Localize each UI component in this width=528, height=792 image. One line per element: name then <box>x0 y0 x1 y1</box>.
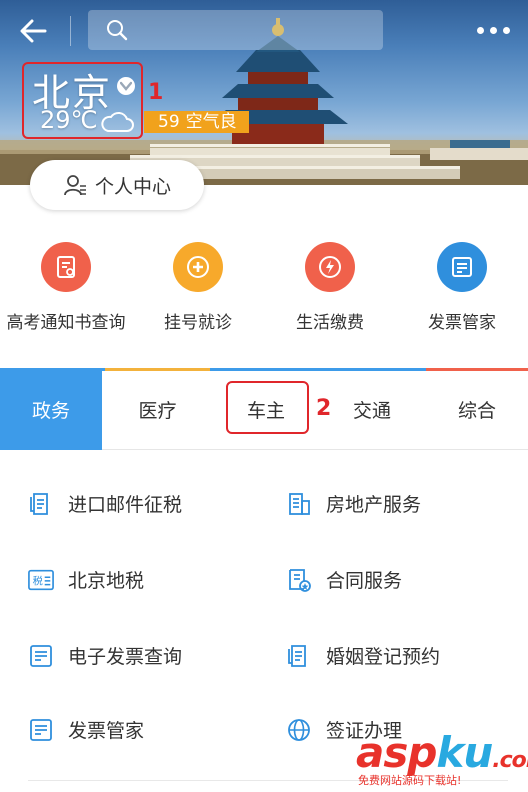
service-beijing-local-tax[interactable]: 税 北京地税 <box>28 566 144 593</box>
service-label: 合同服务 <box>326 570 403 592</box>
arrow-left-icon <box>20 19 47 43</box>
mail-tax-icon <box>28 491 54 517</box>
quick-service-utilities[interactable]: 生活缴费 <box>264 242 396 333</box>
quick-service-invoice[interactable]: 发票管家 <box>396 242 528 333</box>
quick-service-label: 挂号就诊 <box>164 313 232 333</box>
annotation-marker-1: 1 <box>148 80 164 105</box>
service-invoice-manager[interactable]: 发票管家 <box>28 716 144 743</box>
medical-cross-icon <box>173 242 223 292</box>
service-contract[interactable]: 合同服务 <box>286 566 402 593</box>
service-label: 北京地税 <box>68 570 145 592</box>
document-icon <box>41 242 91 292</box>
temperature: 29℃ <box>40 106 98 134</box>
annotation-marker-2: 2 <box>316 396 332 421</box>
tab-medical[interactable]: 医疗 <box>105 368 210 450</box>
quick-services: 高考通知书查询 挂号就诊 生活缴费 发票管家 <box>0 242 528 342</box>
service-label: 发票管家 <box>68 720 145 742</box>
dot-icon <box>502 26 510 34</box>
service-import-mail-tax[interactable]: 进口邮件征税 <box>28 490 182 517</box>
globe-icon <box>286 717 312 743</box>
divider <box>70 16 71 46</box>
user-icon <box>64 175 86 196</box>
service-e-invoice-query[interactable]: 电子发票查询 <box>28 642 182 669</box>
tab-traffic[interactable]: 交通 <box>320 368 424 450</box>
personal-center-label: 个人中心 <box>94 175 171 198</box>
quick-service-label: 发票管家 <box>428 313 496 333</box>
tab-government[interactable]: 政务 <box>0 368 102 450</box>
aqi-value: 59 <box>158 112 180 132</box>
building-icon <box>286 491 312 517</box>
svg-text:税: 税 <box>33 574 43 587</box>
air-quality-badge: 59 空气良 <box>144 111 249 133</box>
watermark-subtitle: 免费网站源码下载站! <box>358 774 462 787</box>
tax-icon: 税 <box>28 567 54 593</box>
service-real-estate[interactable]: 房地产服务 <box>286 490 421 517</box>
personal-center-button[interactable]: 个人中心 <box>30 160 204 210</box>
dot-icon <box>476 26 484 34</box>
invoice-icon <box>28 643 54 669</box>
service-label: 房地产服务 <box>326 494 422 516</box>
more-options-button[interactable] <box>470 16 516 44</box>
service-label: 电子发票查询 <box>68 646 183 668</box>
contract-icon <box>286 567 312 593</box>
invoice-icon <box>28 717 54 743</box>
flame-icon <box>305 242 355 292</box>
search-icon <box>107 20 128 41</box>
cloud-icon <box>101 112 134 132</box>
quick-service-registration[interactable]: 挂号就诊 <box>132 242 264 333</box>
document-icon <box>286 643 312 669</box>
chevron-down-icon[interactable] <box>117 77 135 95</box>
back-button[interactable] <box>14 14 52 48</box>
service-label: 婚姻登记预约 <box>326 646 441 668</box>
quick-service-label: 高考通知书查询 <box>6 313 126 333</box>
car-owner-highlight-box <box>226 381 309 434</box>
search-input[interactable] <box>88 10 383 50</box>
quick-service-label: 生活缴费 <box>296 313 364 333</box>
aqi-text: 空气良 <box>185 112 237 132</box>
dot-icon <box>489 26 497 34</box>
watermark-logo: aspku.com <box>356 728 528 777</box>
tab-general[interactable]: 综合 <box>426 368 528 450</box>
service-label: 进口邮件征税 <box>68 494 183 516</box>
invoice-icon <box>437 242 487 292</box>
watermark: aspku.com 免费网站源码下载站! <box>356 728 528 790</box>
service-marriage-registration[interactable]: 婚姻登记预约 <box>286 642 440 669</box>
quick-service-admission-letter[interactable]: 高考通知书查询 <box>0 242 132 333</box>
header-banner: 北京 29℃ 1 59 空气良 <box>0 0 528 185</box>
